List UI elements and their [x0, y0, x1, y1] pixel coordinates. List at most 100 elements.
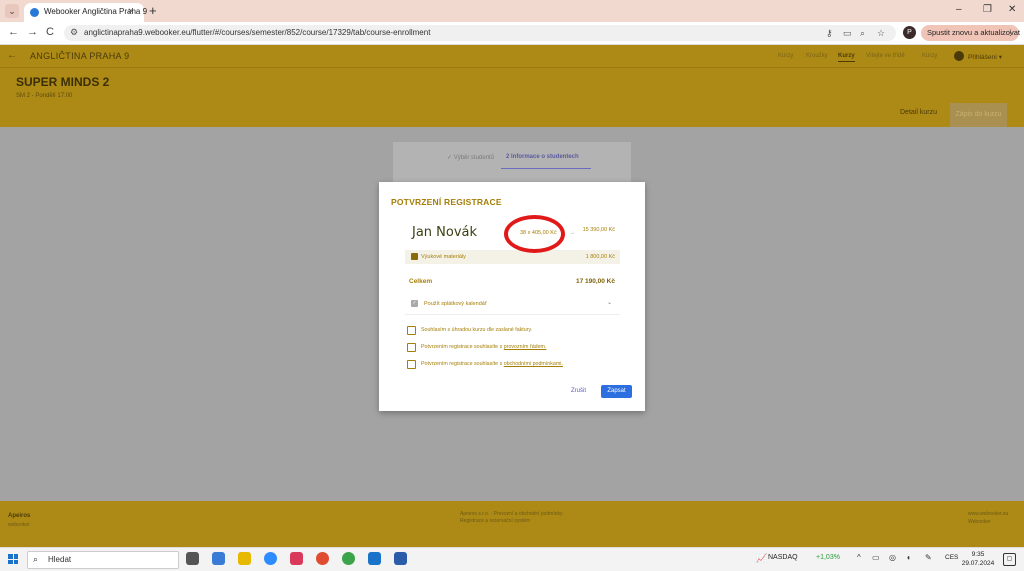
network-icon[interactable]: ◎	[889, 553, 896, 562]
tab-course-detail[interactable]: Detail kurzu	[900, 109, 937, 116]
agree-rules-label: Potvrzením registrace souhlasíte s provo…	[421, 344, 546, 350]
nav-link-5[interactable]: Kurzy	[922, 53, 937, 59]
clock-time: 9:35	[971, 551, 985, 558]
browser-tab-bar: ⌄ Webooker Angličtina Praha 9 × + – ❐ ✕	[0, 0, 1024, 22]
bookmark-star-icon[interactable]: ☆	[877, 28, 885, 39]
materials-row: Výukové materiály 1 800,00 Kč	[405, 250, 620, 264]
nav-link-2[interactable]: Kroužky	[806, 53, 828, 59]
app-header: ← ANGLIČTINA PRAHA 9 Kurzy Kroužky Kurzy…	[0, 45, 1024, 127]
top-nav: ← ANGLIČTINA PRAHA 9 Kurzy Kroužky Kurzy…	[0, 45, 1024, 68]
profile-avatar[interactable]: P	[903, 26, 916, 39]
agree-rules-text: Potvrzením registrace souhlasíte s	[421, 344, 504, 350]
installment-checkbox[interactable]: ✓	[411, 300, 418, 307]
footer-brand-sub: webooker	[8, 522, 30, 528]
step-student-info[interactable]: 2 Informace o studentech	[506, 154, 579, 160]
input-language[interactable]: CES	[945, 554, 958, 561]
address-bar-row: ← → C ⚙ anglictinapraha9.webooker.eu/flu…	[0, 22, 1024, 45]
nav-link-1[interactable]: Kurzy	[778, 53, 793, 59]
terms-link[interactable]: obchodními podmínkami.	[504, 361, 563, 367]
agree-terms-label: Potvrzením registrace souhlasíte s obcho…	[421, 361, 563, 367]
zoom-app-icon[interactable]	[264, 552, 277, 565]
user-account-icon[interactable]	[954, 51, 964, 61]
agree-terms-text: Potvrzením registrace souhlasíte s	[421, 361, 504, 367]
outlook-icon[interactable]	[368, 552, 381, 565]
site-info-icon[interactable]: ⚙	[70, 27, 78, 38]
zoom-icon[interactable]: ⌕	[860, 28, 865, 39]
red-annotation-circle	[504, 215, 565, 253]
word-icon[interactable]	[394, 552, 407, 565]
footer-app-link[interactable]: Webooker	[968, 519, 991, 525]
enrollment-stepper: ✓ Výběr studentů 2 Informace o studentec…	[393, 142, 631, 182]
update-restart-button[interactable]: Spustit znovu a aktualizovat ⋮	[921, 25, 1020, 41]
chevron-down-icon[interactable]: ⌄	[607, 299, 612, 306]
tray-chevron-icon[interactable]: ^	[857, 553, 861, 562]
speaker-icon[interactable]: ◖	[906, 553, 911, 562]
rules-link[interactable]: provozním řádem.	[504, 344, 547, 350]
pen-icon[interactable]: ✎	[925, 553, 932, 562]
tab-course-enrollment[interactable]: Zápis do kurzu	[950, 103, 1007, 127]
windows-start-icon[interactable]	[8, 554, 18, 564]
chevron-down-icon: ▾	[998, 54, 1002, 61]
password-key-icon[interactable]: ⚷	[826, 28, 833, 39]
clock-date: 29.07.2024	[961, 560, 995, 567]
clock[interactable]: 9:35 29.07.2024	[960, 550, 996, 568]
user-menu[interactable]: Přihlášení ▾	[968, 53, 1002, 61]
calculator-icon[interactable]	[212, 552, 225, 565]
site-favicon-icon	[30, 8, 39, 17]
file-explorer-icon[interactable]	[238, 552, 251, 565]
minimize-button[interactable]: –	[956, 4, 962, 15]
materials-price: 1 800,00 Kč	[585, 254, 615, 260]
taskbar-search[interactable]: ⌕ Hledat	[27, 551, 179, 569]
more-menu-icon[interactable]: ⋮	[1007, 25, 1015, 41]
student-name: Jan Novák	[412, 225, 478, 240]
course-title: SUPER MINDS 2	[16, 75, 110, 89]
cast-icon[interactable]: ▭	[843, 28, 852, 39]
agree-rules-checkbox[interactable]	[407, 343, 416, 352]
url-text: anglictinapraha9.webooker.eu/flutter/#/c…	[84, 28, 431, 37]
stock-chart-icon: 📈	[756, 553, 768, 563]
back-arrow-icon[interactable]: ←	[7, 50, 17, 61]
registration-confirm-dialog: POTVRZENÍ REGISTRACE Jan Novák 38 x 405,…	[379, 182, 645, 411]
window-close-button[interactable]: ✕	[1008, 4, 1016, 15]
step-select-students[interactable]: ✓ Výběr studentů	[447, 154, 494, 161]
nasdaq-change: +1,03%	[816, 554, 840, 561]
close-tab-icon[interactable]: ×	[128, 6, 134, 17]
nav-link-active[interactable]: Kurzy	[838, 53, 855, 62]
battery-icon[interactable]: ▭	[872, 553, 880, 562]
forward-button[interactable]: →	[27, 26, 38, 38]
nasdaq-widget[interactable]: NASDAQ	[768, 554, 798, 561]
divider	[405, 314, 620, 315]
materials-checkbox[interactable]	[411, 253, 418, 260]
footer-brand[interactable]: Apeiros	[8, 513, 30, 519]
search-icon: ⌕	[33, 554, 39, 564]
chrome-active-icon[interactable]	[342, 552, 355, 565]
enroll-button[interactable]: Zapsat	[601, 385, 632, 398]
school-name[interactable]: ANGLIČTINA PRAHA 9	[30, 51, 129, 61]
task-view-icon[interactable]	[186, 552, 199, 565]
footer-tagline: Registrace a rezervační systém	[460, 518, 531, 524]
active-step-underline	[501, 168, 591, 169]
reload-button[interactable]: C	[46, 26, 54, 38]
lessons-total: 15 390,00 Kč	[582, 227, 615, 233]
back-button[interactable]: ←	[8, 26, 19, 38]
agree-terms-checkbox[interactable]	[407, 360, 416, 369]
url-bar[interactable]: ⚙ anglictinapraha9.webooker.eu/flutter/#…	[64, 25, 896, 41]
agree-invoice-checkbox[interactable]	[407, 326, 416, 335]
footer-web-link[interactable]: www.webooker.eu	[968, 511, 1008, 517]
total-value: 17 190,00 Kč	[575, 278, 615, 285]
browser-tab[interactable]: Webooker Angličtina Praha 9 ×	[24, 3, 147, 22]
cancel-button[interactable]: Zrušit	[571, 388, 586, 394]
total-label: Celkem	[409, 278, 433, 285]
dialog-title: POTVRZENÍ REGISTRACE	[391, 197, 502, 207]
notification-icon[interactable]: ▢	[1003, 553, 1016, 566]
windows-taskbar: ⌕ Hledat 📈 NASDAQ +1,03% ^ ▭ ◎ ◖ ✎ CES 9…	[0, 547, 1024, 571]
maximize-button[interactable]: ❐	[983, 4, 992, 15]
nav-link-4[interactable]: Vítejte ve třídě	[866, 53, 905, 59]
tab-list-chevron-icon[interactable]: ⌄	[5, 4, 19, 18]
app-icon[interactable]	[290, 552, 303, 565]
chrome-icon[interactable]	[316, 552, 329, 565]
new-tab-button[interactable]: +	[149, 3, 157, 18]
user-name: Přihlášení	[968, 54, 997, 61]
search-placeholder: Hledat	[48, 555, 72, 564]
footer-links[interactable]: Apeiros s.r.o. · Provozní a obchodní pod…	[460, 511, 563, 517]
